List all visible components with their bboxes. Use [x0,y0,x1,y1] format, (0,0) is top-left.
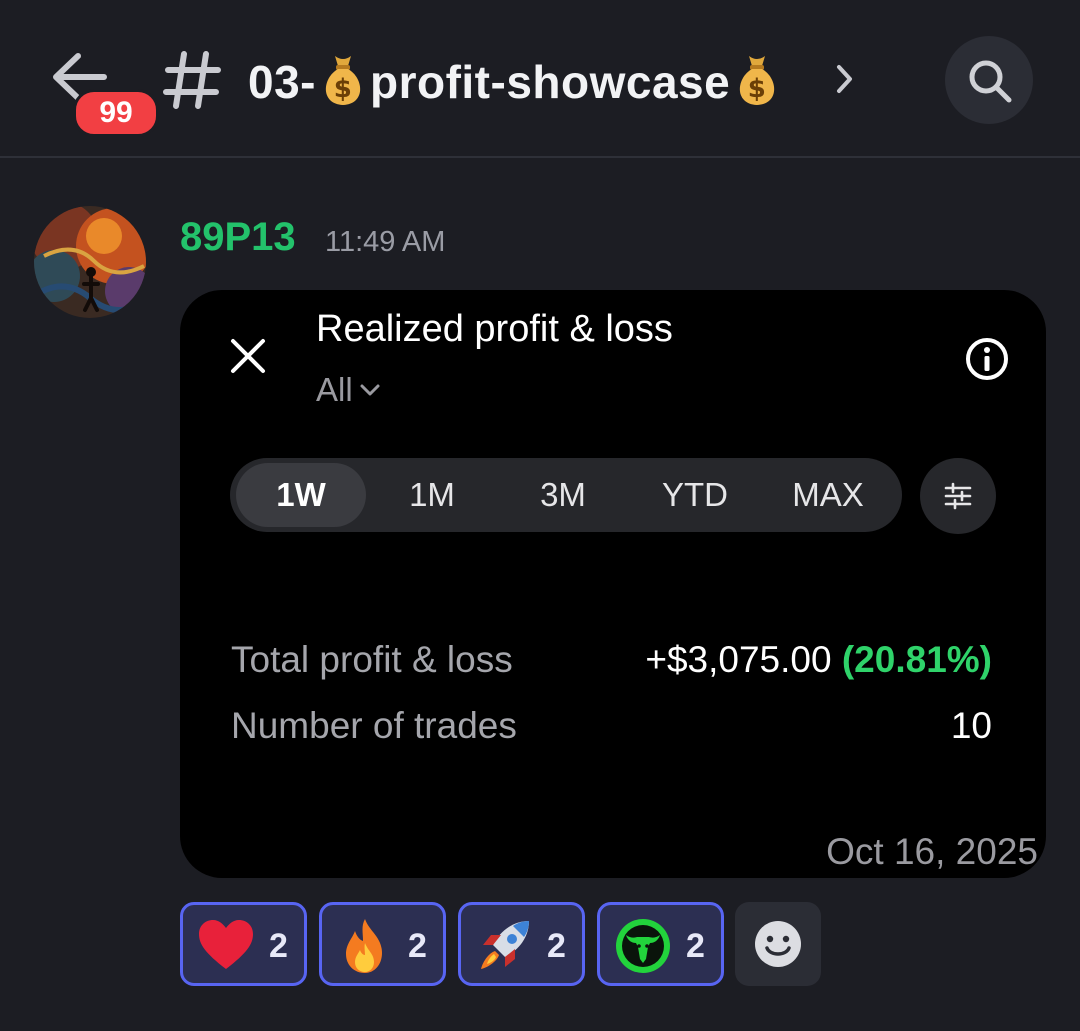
reaction-count: 2 [269,927,288,965]
bull-icon [616,919,670,973]
pnl-card-image[interactable]: Realized profit & loss All 1W 1M 3M YTD … [180,290,1046,878]
unread-badge: 99 [73,89,159,137]
heart-icon [199,920,253,969]
money-bag-icon: $ [740,56,775,105]
chevron-down-icon [360,384,380,396]
channel-name[interactable]: 03- $ profit-showcase $ [248,50,784,114]
smiley-icon [755,921,801,967]
message-author[interactable]: 89P13 [180,212,296,262]
close-icon [231,339,265,373]
channel-prefix: 03- [248,56,316,108]
channel-header: 99 03- $ profit-showcase $ [0,0,1080,158]
search-icon [969,60,1012,103]
channel-suffix: profit-showcase [369,56,731,108]
add-reaction-button[interactable] [735,902,821,986]
reaction-count: 2 [547,927,566,965]
info-icon [966,338,1008,380]
total-pnl-value: +$3,075.00 (20.81%) [645,635,992,685]
card-title: Realized profit & loss [316,308,673,350]
svg-text:$: $ [748,74,767,104]
reaction-rocket[interactable]: 2 [458,902,585,986]
rocket-icon [481,921,529,969]
adjust-button [920,458,996,534]
reaction-count: 2 [686,927,705,965]
tab-max: MAX [792,476,864,513]
avatar[interactable] [34,206,146,318]
reaction-fire[interactable]: 2 [319,902,446,986]
total-pnl-label: Total profit & loss [231,639,513,680]
tab-ytd: YTD [662,476,728,513]
total-pnl-percent: (20.81%) [841,639,992,680]
avatar-image [34,206,146,318]
reaction-count: 2 [408,927,427,965]
search-button[interactable] [945,36,1033,124]
period-selector: 1W 1M 3M YTD MAX [230,458,902,532]
chevron-right-icon[interactable] [834,62,856,96]
trades-value: 10 [950,705,992,746]
reaction-bull[interactable]: 2 [597,902,724,986]
tab-3m: 3M [540,476,586,513]
money-bag-icon: $ [325,56,361,105]
total-pnl-amount: +$3,075.00 [645,639,832,680]
fire-icon [346,919,382,973]
card-date: Oct 16, 2025 [826,831,1038,872]
trades-label: Number of trades [231,705,517,746]
hash-icon [163,51,221,109]
message-timestamp: 11:49 AM [325,226,446,258]
svg-text:$: $ [334,74,353,104]
discord-channel-view: 99 03- $ profit-showcase $ 89P13 11:49 A… [0,0,1080,1031]
filter-dropdown: All [316,368,381,412]
reaction-heart[interactable]: 2 [180,902,307,986]
tab-1w: 1W [236,463,366,527]
filter-value: All [316,371,353,408]
sliders-icon [944,482,972,510]
tab-1m: 1M [409,476,455,513]
